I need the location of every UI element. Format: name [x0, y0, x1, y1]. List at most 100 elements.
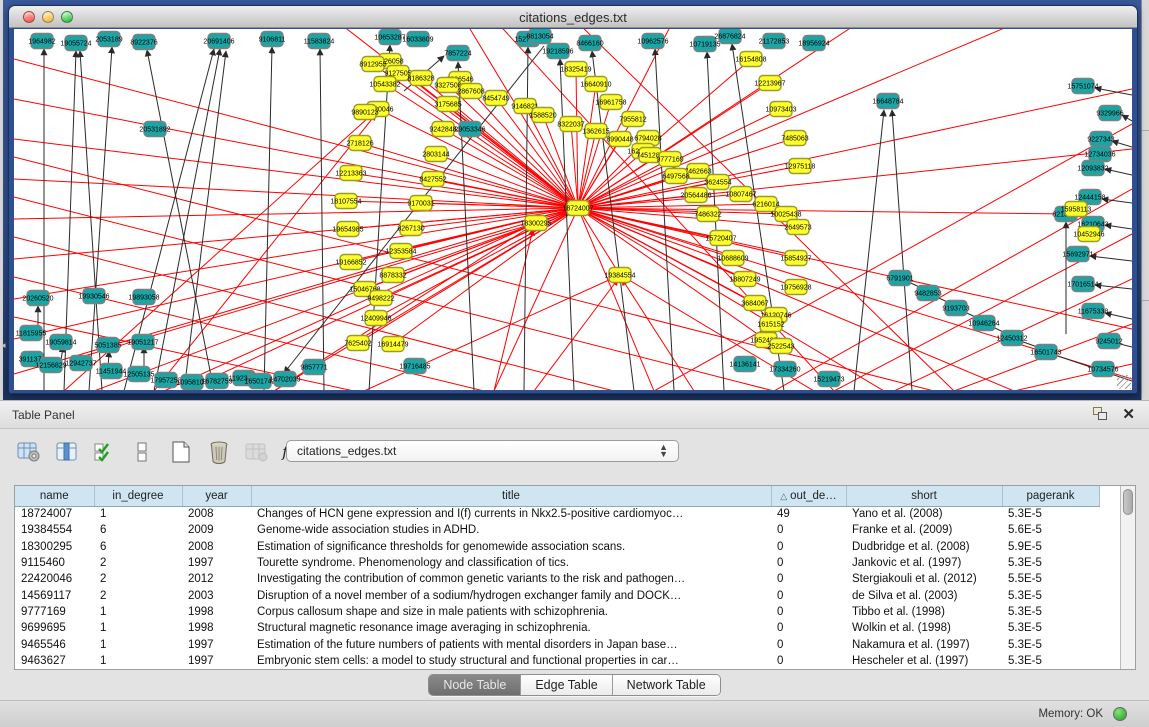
graph-node-yellow[interactable]: 10688609 — [717, 251, 748, 266]
graph-node-teal[interactable]: 18956924 — [798, 36, 829, 51]
memory-status-icon[interactable] — [1113, 707, 1127, 721]
table-cell[interactable]: 6 — [94, 522, 182, 538]
graph-node-yellow[interactable]: 15720407 — [705, 231, 736, 246]
citation-edge-red[interactable] — [578, 208, 1014, 390]
table-cell[interactable]: 1997 — [182, 555, 251, 571]
graph-node-yellow[interactable]: 18807249 — [729, 272, 760, 287]
table-cell[interactable]: 49 — [771, 506, 846, 522]
citation-edge-red[interactable] — [164, 223, 536, 390]
graph-node-teal[interactable]: 9193703 — [942, 301, 969, 316]
graph-node-yellow[interactable]: 9777169 — [656, 152, 683, 167]
citation-edge-black[interactable] — [655, 49, 674, 390]
graph-node-yellow[interactable]: 19166852 — [335, 255, 366, 270]
table-cell[interactable]: Tibbo et al. (1998) — [846, 604, 1002, 620]
graph-node-yellow[interactable]: 2649573 — [784, 220, 811, 235]
table-cell[interactable]: Estimation of significance thresholds fo… — [251, 539, 771, 555]
graph-node-teal[interactable]: 19059814 — [45, 335, 76, 350]
graph-node-teal[interactable]: 12450312 — [996, 331, 1027, 346]
graph-node-yellow[interactable]: 3684067 — [741, 296, 768, 311]
graph-node-teal[interactable]: 29053346 — [454, 122, 485, 137]
graph-node-yellow[interactable]: 10452946 — [1073, 227, 1104, 242]
table-cell[interactable]: Dudbridge et al. (2008) — [846, 539, 1002, 555]
graph-node-yellow[interactable]: 2522543 — [767, 339, 794, 354]
window-titlebar[interactable]: citations_edges.txt — [9, 6, 1137, 28]
graph-node-yellow[interactable]: 8990448 — [606, 132, 633, 147]
table-cell[interactable]: 5.3E-5 — [1002, 653, 1099, 669]
close-panel-icon[interactable]: ✕ — [1122, 405, 1135, 423]
graph-node-yellow[interactable]: 8267130 — [397, 221, 424, 236]
table-cell[interactable]: 6 — [94, 539, 182, 555]
table-cell[interactable]: 9699695 — [15, 620, 94, 636]
table-cell[interactable]: 0 — [771, 539, 846, 555]
graph-node-yellow[interactable]: 12213363 — [335, 166, 366, 181]
table-cell[interactable]: Franke et al. (2009) — [846, 522, 1002, 538]
column-header-title[interactable]: title — [251, 486, 771, 506]
citation-edge-black[interactable] — [458, 62, 474, 390]
graph-node-yellow[interactable]: 3175685 — [434, 97, 461, 112]
panel-collapse-arrow[interactable]: ◂ — [1, 340, 6, 351]
graph-node-yellow[interactable]: 12409948 — [360, 311, 391, 326]
graph-node-yellow[interactable]: 8427552 — [419, 172, 446, 187]
table-cell[interactable]: 5.3E-5 — [1002, 587, 1099, 603]
citation-edge-black[interactable] — [1095, 285, 1132, 289]
delete-icon[interactable] — [206, 439, 232, 465]
graph-node-yellow[interactable]: 18724007 — [562, 201, 593, 216]
table-cell[interactable]: Disruption of a novel member of a sodium… — [251, 587, 771, 603]
graph-node-teal[interactable]: 19716485 — [399, 359, 430, 374]
citation-edge-black[interactable] — [154, 49, 220, 390]
graph-node-teal[interactable]: 14702039 — [269, 372, 300, 387]
graph-node-teal[interactable]: 19051217 — [127, 335, 158, 350]
table-cell[interactable]: 2 — [94, 571, 182, 587]
graph-node-yellow[interactable]: 8878332 — [379, 268, 406, 283]
graph-node-yellow[interactable]: 7486322 — [694, 207, 721, 222]
table-cell[interactable]: 9115460 — [15, 555, 94, 571]
graph-node-teal[interactable]: 6791901 — [886, 271, 913, 286]
table-cell[interactable]: 0 — [771, 587, 846, 603]
graph-node-teal[interactable]: 11675338 — [1078, 304, 1109, 319]
citation-edge-red[interactable] — [578, 89, 1132, 208]
graph-node-teal[interactable]: 12093832 — [1077, 161, 1108, 176]
table-row[interactable]: 1938455462009Genome-wide association stu… — [15, 522, 1120, 538]
graph-node-yellow[interactable]: 6497568 — [662, 169, 689, 184]
graph-node-teal[interactable]: 1964982 — [28, 34, 55, 49]
citation-edge-red[interactable] — [364, 275, 620, 390]
column-header-short[interactable]: short — [846, 486, 1002, 506]
select-all-icon[interactable] — [92, 439, 118, 465]
table-cell[interactable]: 5.6E-5 — [1002, 522, 1099, 538]
table-cell[interactable]: 14569117 — [15, 587, 94, 603]
table-cell[interactable]: 5.3E-5 — [1002, 604, 1099, 620]
table-cell[interactable]: 0 — [771, 555, 846, 571]
citation-edge-black[interactable] — [184, 51, 226, 390]
table-cell[interactable]: 1 — [94, 506, 182, 522]
network-canvas[interactable]: 1964982190557242053189892237620691406910… — [14, 29, 1132, 390]
table-cell[interactable]: Estimation of the future numbers of pati… — [251, 636, 771, 652]
graph-node-teal[interactable]: 9106811 — [259, 32, 286, 47]
table-row[interactable]: 911546021997Tourette syndrome. Phenomeno… — [15, 555, 1120, 571]
graph-node-teal[interactable]: 9245012 — [1095, 334, 1122, 349]
graph-node-teal[interactable]: 10946264 — [968, 316, 999, 331]
citation-edge-black[interactable] — [1102, 199, 1132, 203]
table-cell[interactable]: 1 — [94, 636, 182, 652]
citation-edge-black[interactable] — [320, 49, 324, 390]
table-row[interactable]: 946362711997Embryonic stem cells: a mode… — [15, 653, 1120, 669]
table-cell[interactable]: 5.9E-5 — [1002, 539, 1099, 555]
table-cell[interactable]: Tourette syndrome. Phenomenology and cla… — [251, 555, 771, 571]
table-cell[interactable]: 9777169 — [15, 604, 94, 620]
graph-node-teal[interactable]: 9857771 — [300, 360, 327, 375]
table-cell[interactable]: 1998 — [182, 604, 251, 620]
table-cell[interactable]: Jankovic et al. (1997) — [846, 555, 1002, 571]
table-cell[interactable]: Yano et al. (2008) — [846, 506, 1002, 522]
graph-node-yellow[interactable]: 8912955 — [359, 57, 386, 72]
table-cell[interactable]: 1 — [94, 604, 182, 620]
network-selector-dropdown[interactable]: citations_edges.txt ▲▼ — [286, 440, 679, 462]
graph-node-yellow[interactable]: 1615152 — [757, 317, 784, 332]
table-cell[interactable]: Nakamura et al. (1997) — [846, 636, 1002, 652]
graph-node-teal[interactable]: 10734576 — [1087, 362, 1118, 377]
table-row[interactable]: 969969511998Structural magnetic resonanc… — [15, 620, 1120, 636]
column-header-name[interactable]: name — [15, 486, 94, 506]
table-cell[interactable]: 0 — [771, 653, 846, 669]
graph-node-teal[interactable]: 15692971 — [1062, 247, 1093, 262]
citation-edge-black[interactable] — [560, 59, 574, 390]
graph-node-teal[interactable]: 19218596 — [542, 44, 573, 59]
citation-edge-black[interactable] — [1090, 256, 1132, 261]
